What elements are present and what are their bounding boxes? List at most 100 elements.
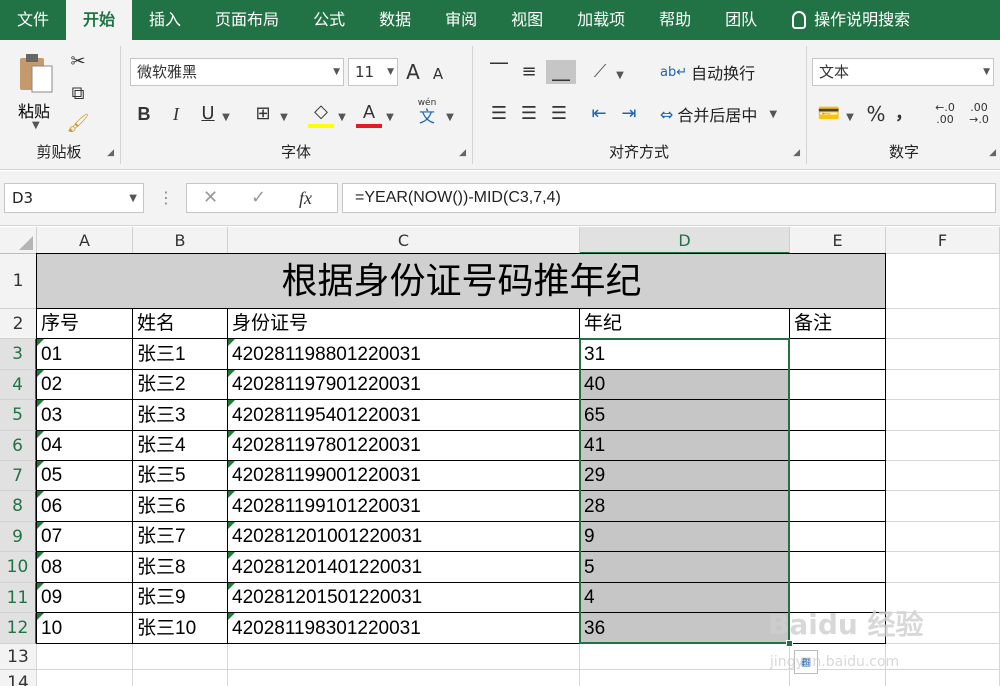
column-header-c[interactable]: C	[228, 227, 580, 254]
data-cell[interactable]: 420281199101220031	[228, 491, 580, 522]
row-header-8[interactable]: 8	[0, 491, 37, 522]
orientation-icon[interactable]: ⟋	[586, 60, 614, 84]
data-cell[interactable]: 张三3	[133, 400, 228, 431]
data-cell[interactable]: 420281201401220031	[228, 552, 580, 583]
data-cell[interactable]: 张三8	[133, 552, 228, 583]
insert-function-button[interactable]: fx	[299, 184, 312, 212]
number-launcher-icon[interactable]: ◢	[989, 148, 996, 158]
data-cell[interactable]: 张三5	[133, 461, 228, 491]
data-cell[interactable]: 420281201001220031	[228, 522, 580, 552]
cut-icon[interactable]: ✂	[66, 50, 90, 74]
data-cell[interactable]: 张三10	[133, 613, 228, 644]
align-middle-icon[interactable]: ≡	[516, 60, 542, 84]
align-right-icon[interactable]: ☰	[546, 102, 572, 126]
data-cell[interactable]: 04	[37, 431, 133, 461]
chevron-down-icon[interactable]: ▼	[336, 106, 348, 130]
number-format-select[interactable]: 文本 ▼	[812, 58, 994, 86]
header-cell[interactable]: 姓名	[133, 309, 228, 339]
grow-font-button[interactable]: A	[402, 60, 424, 84]
header-cell[interactable]: 序号	[37, 309, 133, 339]
tab-view[interactable]: 视图	[494, 0, 560, 40]
chevron-down-icon[interactable]: ▼	[444, 106, 456, 130]
formula-input[interactable]: =YEAR(NOW())-MID(C3,7,4)	[342, 183, 996, 213]
data-cell[interactable]: 09	[37, 583, 133, 613]
tab-formulas[interactable]: 公式	[296, 0, 362, 40]
data-cell[interactable]: 420281197801220031	[228, 431, 580, 461]
phonetic-guide-icon[interactable]: wén 文	[412, 98, 442, 128]
sheet-title[interactable]: 根据身份证号码推年纪	[37, 254, 886, 309]
row-header-5[interactable]: 5	[0, 400, 37, 431]
data-cell[interactable]: 02	[37, 370, 133, 400]
data-cell[interactable]: 张三2	[133, 370, 228, 400]
increase-indent-icon[interactable]: ⇥	[616, 102, 642, 126]
data-cell[interactable]: 03	[37, 400, 133, 431]
font-size-select[interactable]: 11 ▼	[348, 58, 398, 86]
column-header-d[interactable]: D	[580, 227, 790, 254]
comma-button[interactable]: ，	[894, 102, 914, 126]
data-cell[interactable]: 07	[37, 522, 133, 552]
font-family-select[interactable]: 微软雅黑 ▼	[130, 58, 344, 86]
tab-addins[interactable]: 加载项	[560, 0, 642, 40]
data-cell[interactable]: 420281195401220031	[228, 400, 580, 431]
chevron-down-icon[interactable]: ▼	[614, 64, 626, 88]
format-painter-icon[interactable]: 🖌	[66, 112, 90, 136]
data-cell[interactable]: 05	[37, 461, 133, 491]
data-cell[interactable]: 01	[37, 339, 133, 370]
font-launcher-icon[interactable]: ◢	[459, 148, 466, 158]
bold-button[interactable]: B	[132, 102, 156, 126]
select-all-corner[interactable]	[0, 227, 37, 254]
more-options-icon[interactable]: ⋮	[158, 185, 174, 211]
align-left-icon[interactable]: ☰	[486, 102, 512, 126]
row-header-6[interactable]: 6	[0, 431, 37, 461]
align-center-icon[interactable]: ☰	[516, 102, 542, 126]
tab-page-layout[interactable]: 页面布局	[198, 0, 296, 40]
row-header-3[interactable]: 3	[0, 339, 37, 370]
data-cell[interactable]: 420281198301220031	[228, 613, 580, 644]
data-cell[interactable]: 张三9	[133, 583, 228, 613]
header-cell[interactable]: 备注	[790, 309, 886, 339]
data-cell[interactable]: 420281197901220031	[228, 370, 580, 400]
currency-icon[interactable]: 💳	[816, 102, 842, 126]
row-header-12[interactable]: 12	[0, 613, 37, 644]
data-cell[interactable]: 张三6	[133, 491, 228, 522]
merge-center-button[interactable]: ⇔ 合并后居中 ▼	[660, 100, 777, 128]
row-header-1[interactable]: 1	[0, 254, 37, 309]
fill-color-icon[interactable]: ◇	[308, 100, 334, 128]
column-header-b[interactable]: B	[133, 227, 228, 254]
chevron-down-icon[interactable]: ▼	[384, 106, 396, 130]
italic-button[interactable]: I	[164, 102, 188, 126]
tab-data[interactable]: 数据	[362, 0, 428, 40]
row-header-10[interactable]: 10	[0, 552, 37, 583]
tab-team[interactable]: 团队	[708, 0, 774, 40]
shrink-font-button[interactable]: A	[428, 62, 448, 86]
alignment-launcher-icon[interactable]: ◢	[793, 148, 800, 158]
clipboard-launcher-icon[interactable]: ◢	[107, 148, 114, 158]
column-header-e[interactable]: E	[790, 227, 886, 254]
tab-review[interactable]: 审阅	[428, 0, 494, 40]
decrease-indent-icon[interactable]: ⇤	[586, 102, 612, 126]
tab-help[interactable]: 帮助	[642, 0, 708, 40]
wrap-text-button[interactable]: ab↵ 自动换行	[660, 58, 755, 86]
percent-button[interactable]: %	[864, 102, 888, 126]
row-header-11[interactable]: 11	[0, 583, 37, 613]
align-bottom-icon[interactable]: ⎽	[546, 60, 576, 84]
font-color-button[interactable]: A	[356, 100, 382, 128]
row-header-14[interactable]: 14	[0, 670, 37, 686]
row-header-13[interactable]: 13	[0, 644, 37, 670]
row-header-9[interactable]: 9	[0, 522, 37, 552]
chevron-down-icon[interactable]: ▼	[844, 106, 856, 130]
data-cell[interactable]: 张三7	[133, 522, 228, 552]
data-cell[interactable]: 420281199001220031	[228, 461, 580, 491]
data-cell[interactable]: 张三4	[133, 431, 228, 461]
data-cell[interactable]: 420281201501220031	[228, 583, 580, 613]
name-box[interactable]: D3 ▼	[4, 183, 144, 213]
data-cell[interactable]: 张三1	[133, 339, 228, 370]
tab-home[interactable]: 开始	[66, 0, 133, 40]
tell-me-search[interactable]: 操作说明搜索	[774, 0, 927, 40]
enter-icon[interactable]: ✓	[251, 184, 266, 212]
decrease-decimal-button[interactable]: .00 →.0	[964, 102, 994, 126]
data-cell[interactable]: 10	[37, 613, 133, 644]
cancel-icon[interactable]: ✕	[203, 184, 218, 212]
copy-icon[interactable]: ⧉	[66, 82, 90, 106]
chevron-down-icon[interactable]: ▼	[220, 106, 232, 130]
